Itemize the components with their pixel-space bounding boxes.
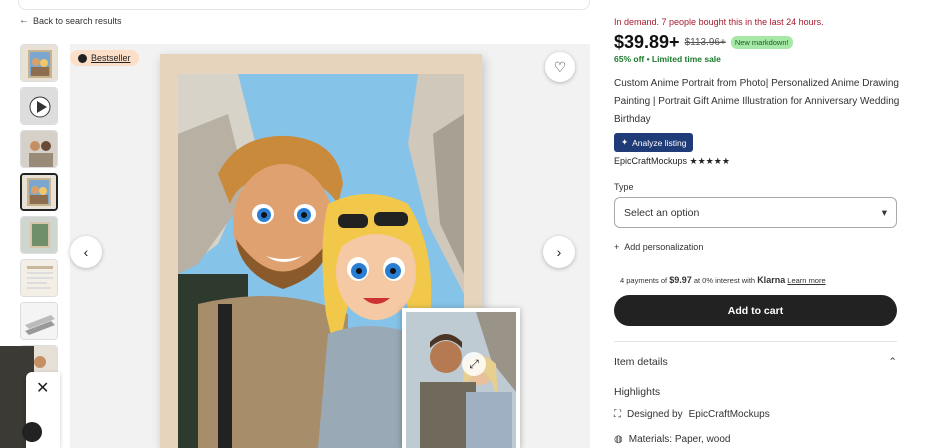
thumb-stack-image: [21, 303, 57, 339]
klarna-logo: Klarna: [757, 275, 786, 285]
back-to-search-link[interactable]: ← Back to search results: [19, 15, 122, 26]
markdown-badge: New markdown!: [730, 36, 793, 49]
heart-icon: ♡: [553, 58, 567, 75]
add-personalization-label: Add personalization: [624, 242, 704, 252]
chevron-left-icon: ‹: [83, 244, 89, 260]
thumb-wall-image: [21, 217, 57, 253]
type-select-value: Select an option: [624, 206, 700, 219]
top-bar-edge: [18, 0, 590, 10]
thumbnail-5[interactable]: [20, 216, 58, 254]
highlight-designed-by: ⛶ Designed by EpicCraftMockups: [614, 409, 770, 420]
close-icon[interactable]: ✕: [36, 378, 49, 398]
designer-icon: ⛶: [614, 409, 621, 420]
analyze-listing-button[interactable]: ✦ Analyze listing: [614, 133, 694, 152]
reference-photo-image: [406, 312, 516, 448]
inset-photo-card[interactable]: [402, 308, 520, 448]
bestseller-badge: Bestseller: [70, 50, 139, 66]
favorite-button[interactable]: ♡: [545, 52, 575, 82]
bestseller-label: Bestseller: [91, 53, 131, 63]
materials-icon: ◍: [614, 434, 623, 445]
thumbnail-2-video[interactable]: [20, 87, 58, 125]
original-price: $113.96+: [684, 37, 726, 48]
sparkle-icon: ✦: [621, 137, 629, 147]
item-details-toggle[interactable]: Item details ⌃: [614, 356, 897, 368]
chevron-up-icon: ⌃: [888, 356, 897, 368]
plus-icon: +: [614, 242, 620, 252]
thumbnail-strip: [20, 44, 60, 388]
back-link-label: Back to search results: [33, 15, 122, 26]
materials-text: Materials: Paper, wood: [628, 434, 731, 445]
thumb-frame-image: [22, 175, 56, 209]
thumbnail-4-active[interactable]: [20, 173, 58, 211]
expand-icon[interactable]: ⤢: [462, 352, 486, 376]
reference-photo: [406, 312, 516, 448]
award-icon: [78, 53, 87, 63]
thumbnail-7[interactable]: [20, 302, 58, 340]
designed-by-link[interactable]: EpicCraftMockups: [689, 409, 770, 420]
rating-stars: ★★★★★: [689, 156, 730, 166]
klarna-suffix: at 0% interest with: [691, 276, 758, 285]
chevron-right-icon: ›: [556, 244, 562, 260]
shop-name-link[interactable]: EpicCraftMockups: [614, 156, 687, 166]
thumbnail-1[interactable]: [20, 44, 58, 82]
next-image-button[interactable]: ›: [543, 236, 575, 268]
type-label: Type: [614, 182, 634, 192]
add-personalization-button[interactable]: + Add personalization: [614, 242, 703, 252]
price-row: $39.89+ $113.96+ New markdown!: [614, 32, 793, 53]
thumb-couple-image: [21, 131, 57, 167]
thumb-video-image: [21, 88, 57, 124]
current-price: $39.89+: [614, 32, 680, 52]
thumb-portrait-image: [21, 45, 57, 81]
sale-info: 65% off • Limited time sale: [614, 54, 721, 64]
klarna-amount: $9.97: [669, 275, 692, 285]
caret-down-icon: ▾: [881, 206, 887, 219]
divider: [614, 341, 897, 342]
analyze-label: Analyze listing: [632, 137, 687, 148]
highlight-materials: ◍ Materials: Paper, wood: [614, 434, 730, 445]
listing-title: Custom Anime Portrait from Photo| Person…: [614, 78, 900, 125]
previous-image-button[interactable]: ‹: [70, 236, 102, 268]
highlights-heading: Highlights: [614, 386, 661, 398]
popup-avatar: [22, 422, 42, 442]
klarna-prefix: 4 payments of: [620, 276, 670, 285]
arrow-left-icon: ←: [19, 15, 29, 26]
type-select[interactable]: Select an option ▾: [614, 197, 897, 228]
thumb-text-image: [21, 260, 57, 296]
demand-notice: In demand. 7 people bought this in the l…: [614, 17, 824, 27]
thumbnail-3[interactable]: [20, 130, 58, 168]
klarna-info: 4 payments of $9.97 at 0% interest with …: [620, 275, 826, 285]
designed-by-prefix: Designed by: [627, 409, 683, 420]
add-to-cart-button[interactable]: Add to cart: [614, 295, 897, 326]
shop-rating-row: EpicCraftMockups ★★★★★: [614, 156, 730, 167]
klarna-learn-more-link[interactable]: Learn more: [787, 276, 825, 285]
thumbnail-6[interactable]: [20, 259, 58, 297]
item-details-label: Item details: [614, 356, 668, 368]
